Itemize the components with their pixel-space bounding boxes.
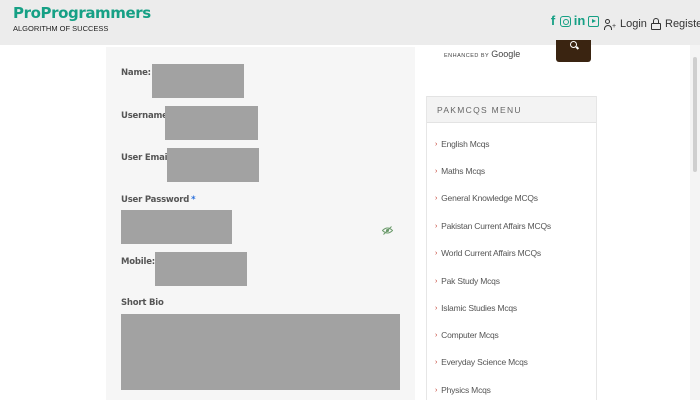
site-header: ProProgrammers ALGORITHM OF SUCCESS f in…: [0, 0, 700, 45]
menu-item-physics[interactable]: › Physics Mcqs: [435, 385, 491, 395]
pakmcqs-menu: PAKMCQS MENU › English Mcqs › Maths Mcqs ›…: [426, 96, 597, 400]
bio-textarea[interactable]: [121, 314, 400, 390]
menu-item-pakistan-current-affairs[interactable]: › Pakistan Current Affairs MCQs: [435, 221, 551, 231]
user-icon: +: [604, 18, 616, 30]
caret-icon: ›: [435, 277, 438, 285]
menu-item-computer[interactable]: › Computer Mcqs: [435, 330, 499, 340]
register-link[interactable]: Register: [651, 18, 700, 30]
caret-icon: ›: [435, 140, 438, 148]
search-branding: ENHANCED BY Google: [444, 49, 521, 59]
linkedin-icon[interactable]: in: [573, 14, 586, 28]
instagram-icon[interactable]: [560, 16, 571, 27]
mobile-field[interactable]: [155, 252, 247, 286]
caret-icon: ›: [435, 194, 438, 202]
facebook-icon[interactable]: f: [548, 14, 558, 28]
search-icon: [570, 41, 577, 48]
lock-icon: [651, 18, 661, 30]
username-field[interactable]: [165, 106, 258, 140]
menu-item-everyday-science[interactable]: › Everyday Science Mcqs: [435, 357, 528, 367]
login-label: Login: [620, 18, 647, 30]
menu-title: PAKMCQS MENU: [427, 96, 596, 123]
bio-label: Short Bio: [121, 298, 164, 308]
password-label: User Password *: [121, 195, 196, 205]
caret-icon: ›: [435, 331, 438, 339]
brand-tagline: ALGORITHM OF SUCCESS: [13, 24, 109, 33]
menu-item-islamic-studies[interactable]: › Islamic Studies Mcqs: [435, 303, 517, 313]
menu-item-pak-study[interactable]: › Pak Study Mcqs: [435, 276, 500, 286]
youtube-icon[interactable]: [588, 16, 599, 27]
email-field[interactable]: [167, 148, 259, 182]
caret-icon: ›: [435, 386, 438, 394]
scrollbar-thumb[interactable]: [693, 57, 697, 172]
menu-item-maths[interactable]: › Maths Mcqs: [435, 166, 485, 176]
search-widget: ENHANCED BY Google: [426, 40, 596, 92]
page-scrollbar[interactable]: [690, 45, 700, 400]
eye-slash-icon[interactable]: [382, 226, 393, 235]
brand-logo[interactable]: ProProgrammers ALGORITHM OF SUCCESS: [13, 4, 151, 34]
caret-icon: ›: [435, 167, 438, 175]
register-label: Register: [665, 18, 700, 30]
menu-item-world-current-affairs[interactable]: › World Current Affairs MCQs: [435, 248, 541, 258]
social-links: f in: [548, 14, 599, 28]
caret-icon: ›: [435, 222, 438, 230]
menu-item-general-knowledge[interactable]: › General Knowledge MCQs: [435, 193, 538, 203]
caret-icon: ›: [435, 304, 438, 312]
caret-icon: ›: [435, 358, 438, 366]
brand-name[interactable]: ProProgrammers: [13, 4, 151, 22]
menu-item-english[interactable]: › English Mcqs: [435, 139, 489, 149]
caret-icon: ›: [435, 249, 438, 257]
search-button[interactable]: [556, 40, 591, 62]
name-field[interactable]: [152, 64, 244, 98]
password-field[interactable]: [121, 210, 232, 244]
login-link[interactable]: + Login: [604, 18, 647, 30]
